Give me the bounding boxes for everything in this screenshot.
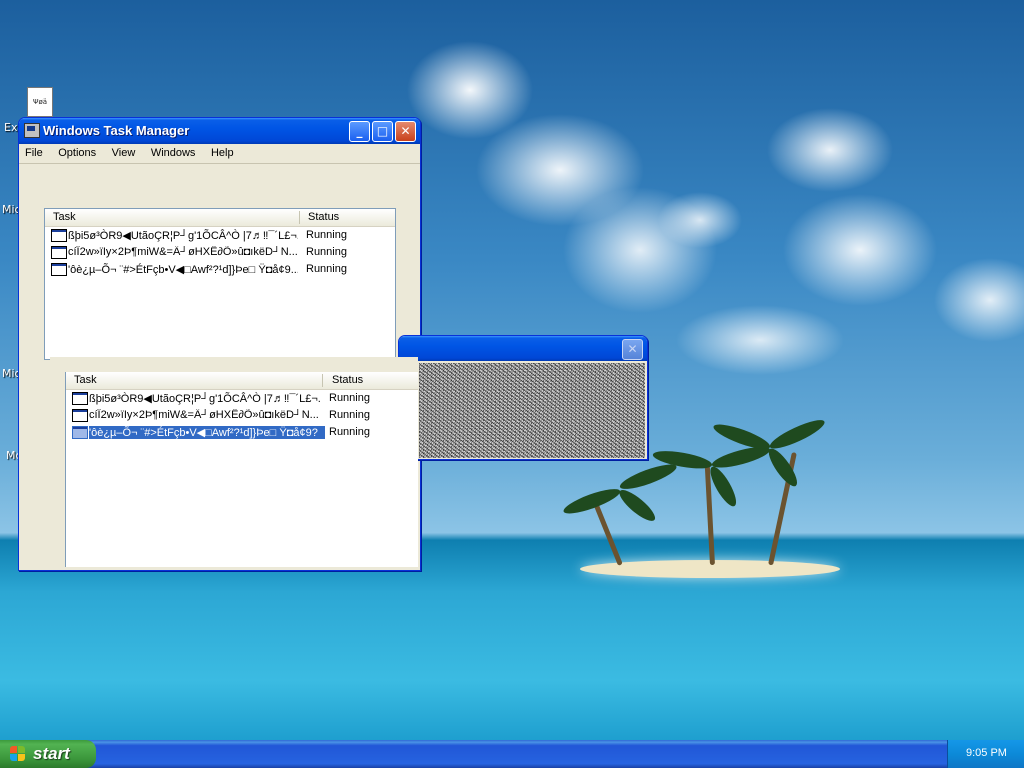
- task-status: Running: [329, 392, 370, 404]
- clock[interactable]: 9:05 PM: [966, 747, 1007, 759]
- task-status: Running: [306, 246, 347, 258]
- task-manager-icon: [24, 123, 40, 138]
- window-icon: [51, 229, 67, 242]
- close-button[interactable]: ✕: [395, 121, 416, 142]
- noise-window: ✕: [398, 335, 648, 460]
- noise-content: [419, 363, 645, 458]
- task-name: cíÎ2w»ïIy×2Þ¶miW&=Ä┘øHXÊ∂Õ»û◘ıkëD┘N...: [89, 409, 319, 421]
- task-row[interactable]: cíÎ2w»ïIy×2Þ¶miW&=Ä┘øHXÊ∂Õ»û◘ıkëD┘N... R…: [66, 407, 418, 424]
- menu-file[interactable]: File: [19, 144, 49, 159]
- start-button[interactable]: start: [0, 740, 96, 768]
- ghost-task-panel: Task Status ßþi5ø³ÒR9◀UtãoÇR¦P┘g'1ÕCÂ^Ò …: [50, 357, 418, 569]
- task-name: 'ôè¿µ–Õ¬ ¨#>ÉtFçb•V◀□Awf²?¹d]}Þe□ Ÿ◘å¢9?: [89, 426, 325, 439]
- column-task[interactable]: Task: [53, 211, 76, 223]
- window-icon: [72, 392, 88, 405]
- column-status[interactable]: Status: [308, 211, 339, 223]
- system-tray: 9:05 PM: [947, 740, 1024, 768]
- menu-options[interactable]: Options: [52, 144, 102, 159]
- menu-view[interactable]: View: [106, 144, 142, 159]
- task-status: Running: [329, 409, 370, 421]
- windows-flag-icon: [10, 746, 26, 762]
- task-row-selected[interactable]: 'ôè¿µ–Õ¬ ¨#>ÉtFçb•V◀□Awf²?¹d]}Þe□ Ÿ◘å¢9?…: [66, 424, 418, 441]
- close-button[interactable]: ✕: [622, 339, 643, 360]
- task-status: Running: [306, 263, 347, 275]
- task-status: Running: [306, 229, 347, 241]
- ghost-task-list-header: Task Status: [66, 372, 418, 390]
- start-label: start: [33, 744, 70, 763]
- ghost-task-list: Task Status ßþi5ø³ÒR9◀UtãoÇR¦P┘g'1ÕCÂ^Ò …: [65, 372, 418, 567]
- menu-help[interactable]: Help: [205, 144, 240, 159]
- minimize-button[interactable]: _: [349, 121, 370, 142]
- noise-window-titlebar[interactable]: ✕: [399, 336, 647, 361]
- task-list: Task Status ßþi5ø³ÒR9◀UtãoÇR¦P┘g'1ÕCÂ^Ò …: [44, 208, 396, 360]
- taskbar: start 9:05 PM: [0, 740, 1024, 768]
- window-icon: [72, 426, 88, 439]
- task-row[interactable]: ßþi5ø³ÒR9◀UtãoÇR¦P┘g'1ÕCÂ^Ò |7♬‼¯´L£¬...…: [45, 227, 395, 244]
- desktop-file-icon[interactable]: Ψøä: [27, 87, 53, 117]
- menu-bar: File Options View Windows Help: [19, 144, 420, 164]
- desktop-icon-label[interactable]: Ex: [4, 121, 17, 134]
- maximize-button[interactable]: □: [372, 121, 393, 142]
- column-task[interactable]: Task: [74, 374, 97, 386]
- window-icon: [51, 246, 67, 259]
- task-list-header: Task Status: [45, 209, 395, 227]
- window-title: Windows Task Manager: [43, 123, 190, 138]
- task-name: ßþi5ø³ÒR9◀UtãoÇR¦P┘g'1ÕCÂ^Ò |7♬‼¯´L£¬...: [68, 230, 298, 242]
- task-row[interactable]: ßþi5ø³ÒR9◀UtãoÇR¦P┘g'1ÕCÂ^Ò |7♬‼¯´L£¬...…: [66, 390, 418, 407]
- task-row[interactable]: cíÎ2w»ïIy×2Þ¶miW&=Ä┘øHXÊ∂Õ»û◘ıkëD┘N... R…: [45, 244, 395, 261]
- task-row[interactable]: 'ôè¿µ–Õ¬ ¨#>ÉtFçb•V◀□Awf²?¹d]}Þe□ Ÿ◘å¢9.…: [45, 261, 395, 278]
- menu-windows[interactable]: Windows: [145, 144, 202, 159]
- column-status[interactable]: Status: [332, 374, 363, 386]
- task-name: cíÎ2w»ïIy×2Þ¶miW&=Ä┘øHXÊ∂Õ»û◘ıkëD┘N...: [68, 246, 298, 258]
- task-manager-titlebar[interactable]: Windows Task Manager _ □ ✕: [19, 118, 420, 144]
- task-name: ßþi5ø³ÒR9◀UtãoÇR¦P┘g'1ÕCÂ^Ò |7♬‼¯´L£¬...: [89, 393, 321, 405]
- window-icon: [72, 409, 88, 422]
- task-status: Running: [329, 426, 370, 438]
- task-name: 'ôè¿µ–Õ¬ ¨#>ÉtFçb•V◀□Awf²?¹d]}Þe□ Ÿ◘å¢9.…: [68, 264, 298, 276]
- window-icon: [51, 263, 67, 276]
